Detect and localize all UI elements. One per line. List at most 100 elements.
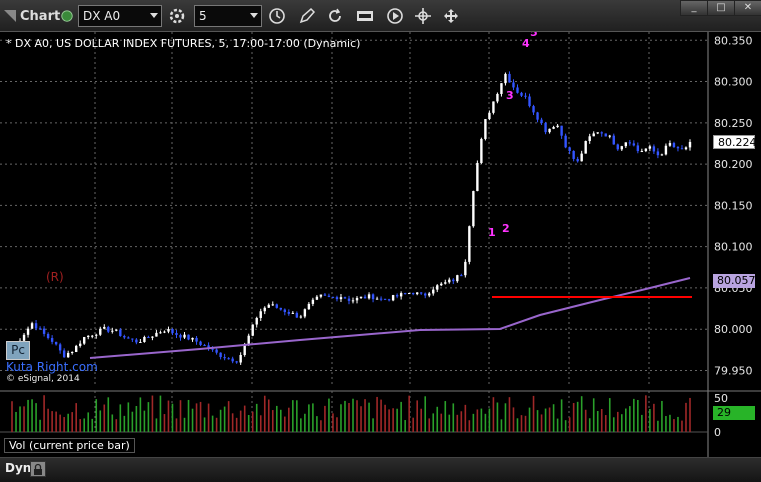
candle-body	[616, 144, 619, 150]
link-icon[interactable]	[60, 5, 76, 27]
candle-body	[103, 326, 106, 329]
candle-body	[403, 293, 407, 295]
candle-body	[460, 275, 463, 277]
crosshair-icon[interactable]	[412, 5, 434, 27]
r-marker: (R)	[46, 270, 64, 284]
candle-body	[155, 332, 158, 337]
play-icon[interactable]	[384, 5, 406, 27]
settings-icon[interactable]	[166, 5, 188, 27]
candle-body	[323, 294, 327, 296]
candle-body	[468, 226, 471, 262]
chevron-down-icon[interactable]	[250, 13, 258, 18]
refresh-icon[interactable]	[324, 5, 346, 27]
candle-body	[95, 334, 98, 336]
candle-body	[131, 338, 134, 340]
candle-body	[327, 295, 331, 297]
candle-body	[267, 304, 270, 308]
candle-body	[556, 125, 559, 128]
candle-body	[596, 132, 599, 134]
candle-body	[540, 119, 543, 124]
candle-body	[115, 329, 118, 331]
symbol-input[interactable]: DX A0	[78, 5, 162, 27]
last-price-badge: 80.224	[713, 135, 757, 149]
candle-body	[584, 141, 587, 154]
candle-body	[432, 289, 435, 294]
candle-body	[70, 351, 74, 353]
candle-body	[512, 82, 515, 88]
candle-body	[299, 316, 303, 318]
wave-label: 2	[502, 222, 510, 235]
candle-body	[508, 73, 511, 83]
chart-area[interactable]: 80.350 80.300 80.250 80.200 80.150 80.100 80.0…	[0, 26, 761, 474]
candle-body	[163, 331, 166, 333]
candle-body	[680, 148, 684, 150]
candle-body	[275, 304, 278, 308]
dyn-tab[interactable]: Dyn	[5, 461, 31, 475]
candle-body	[415, 292, 419, 295]
interval-input[interactable]: 5	[194, 5, 262, 27]
candle-body	[355, 297, 359, 301]
restore-button[interactable]: □	[707, 0, 735, 16]
candle-body	[311, 299, 315, 304]
candle-body	[588, 136, 591, 142]
candle-body	[79, 343, 82, 346]
candle-body	[383, 298, 387, 300]
candle-body	[107, 326, 110, 332]
copyright-text: © eSignal, 2014	[6, 374, 80, 384]
candle-body	[62, 350, 66, 358]
chevron-down-icon[interactable]	[150, 13, 158, 18]
candle-body	[123, 335, 126, 338]
candle-body	[367, 294, 371, 299]
clock-icon[interactable]	[266, 5, 288, 27]
candle-body	[247, 335, 250, 345]
candle-body	[664, 145, 668, 155]
candle-body	[407, 293, 411, 295]
candle-body	[552, 127, 555, 129]
candle-body	[480, 138, 483, 163]
candle-body	[283, 309, 287, 313]
candle-body	[492, 101, 495, 113]
candle-body	[191, 337, 194, 340]
candle-body	[500, 83, 503, 94]
candle-body	[83, 337, 86, 344]
pencil-icon[interactable]	[296, 5, 318, 27]
candle-body	[251, 324, 254, 336]
wave-label: 3	[506, 89, 514, 102]
ma-price-badge: 80.057	[713, 274, 756, 288]
lock-icon[interactable]	[30, 461, 46, 477]
price-chart[interactable]: 80.350 80.300 80.250 80.200 80.150 80.100 80.0…	[0, 26, 761, 474]
candle-body	[636, 145, 640, 152]
candle-body	[38, 328, 42, 330]
candle-body	[231, 358, 234, 362]
candle-body	[22, 334, 26, 341]
candle-body	[420, 292, 423, 294]
y-tick-label: 80.000	[714, 323, 753, 336]
candle-body	[279, 307, 282, 310]
candle-body	[576, 158, 579, 162]
minimize-button[interactable]: _	[680, 0, 708, 16]
candle-body	[263, 307, 266, 312]
candle-body	[411, 293, 415, 295]
candle-body	[504, 73, 507, 84]
candle-body	[660, 154, 664, 156]
candle-body	[347, 298, 351, 301]
candle-body	[632, 143, 636, 146]
move-icon[interactable]	[440, 5, 462, 27]
candle-body	[476, 162, 479, 192]
candle-body	[387, 299, 391, 301]
candle-body	[644, 148, 648, 152]
candle-body	[648, 146, 652, 149]
gci-icon[interactable]	[354, 5, 376, 27]
chart-background	[0, 32, 761, 457]
candle-body	[371, 294, 375, 300]
candle-body	[484, 119, 487, 139]
candle-body	[672, 143, 676, 148]
brand-text: Kuta Right.com	[6, 360, 98, 374]
candle-body	[440, 283, 443, 286]
candle-body	[243, 344, 246, 355]
candle-body	[524, 95, 527, 97]
candle-body	[343, 297, 347, 299]
candle-body	[179, 334, 182, 338]
candle-body	[223, 357, 226, 359]
close-button[interactable]: ✕	[734, 0, 761, 16]
